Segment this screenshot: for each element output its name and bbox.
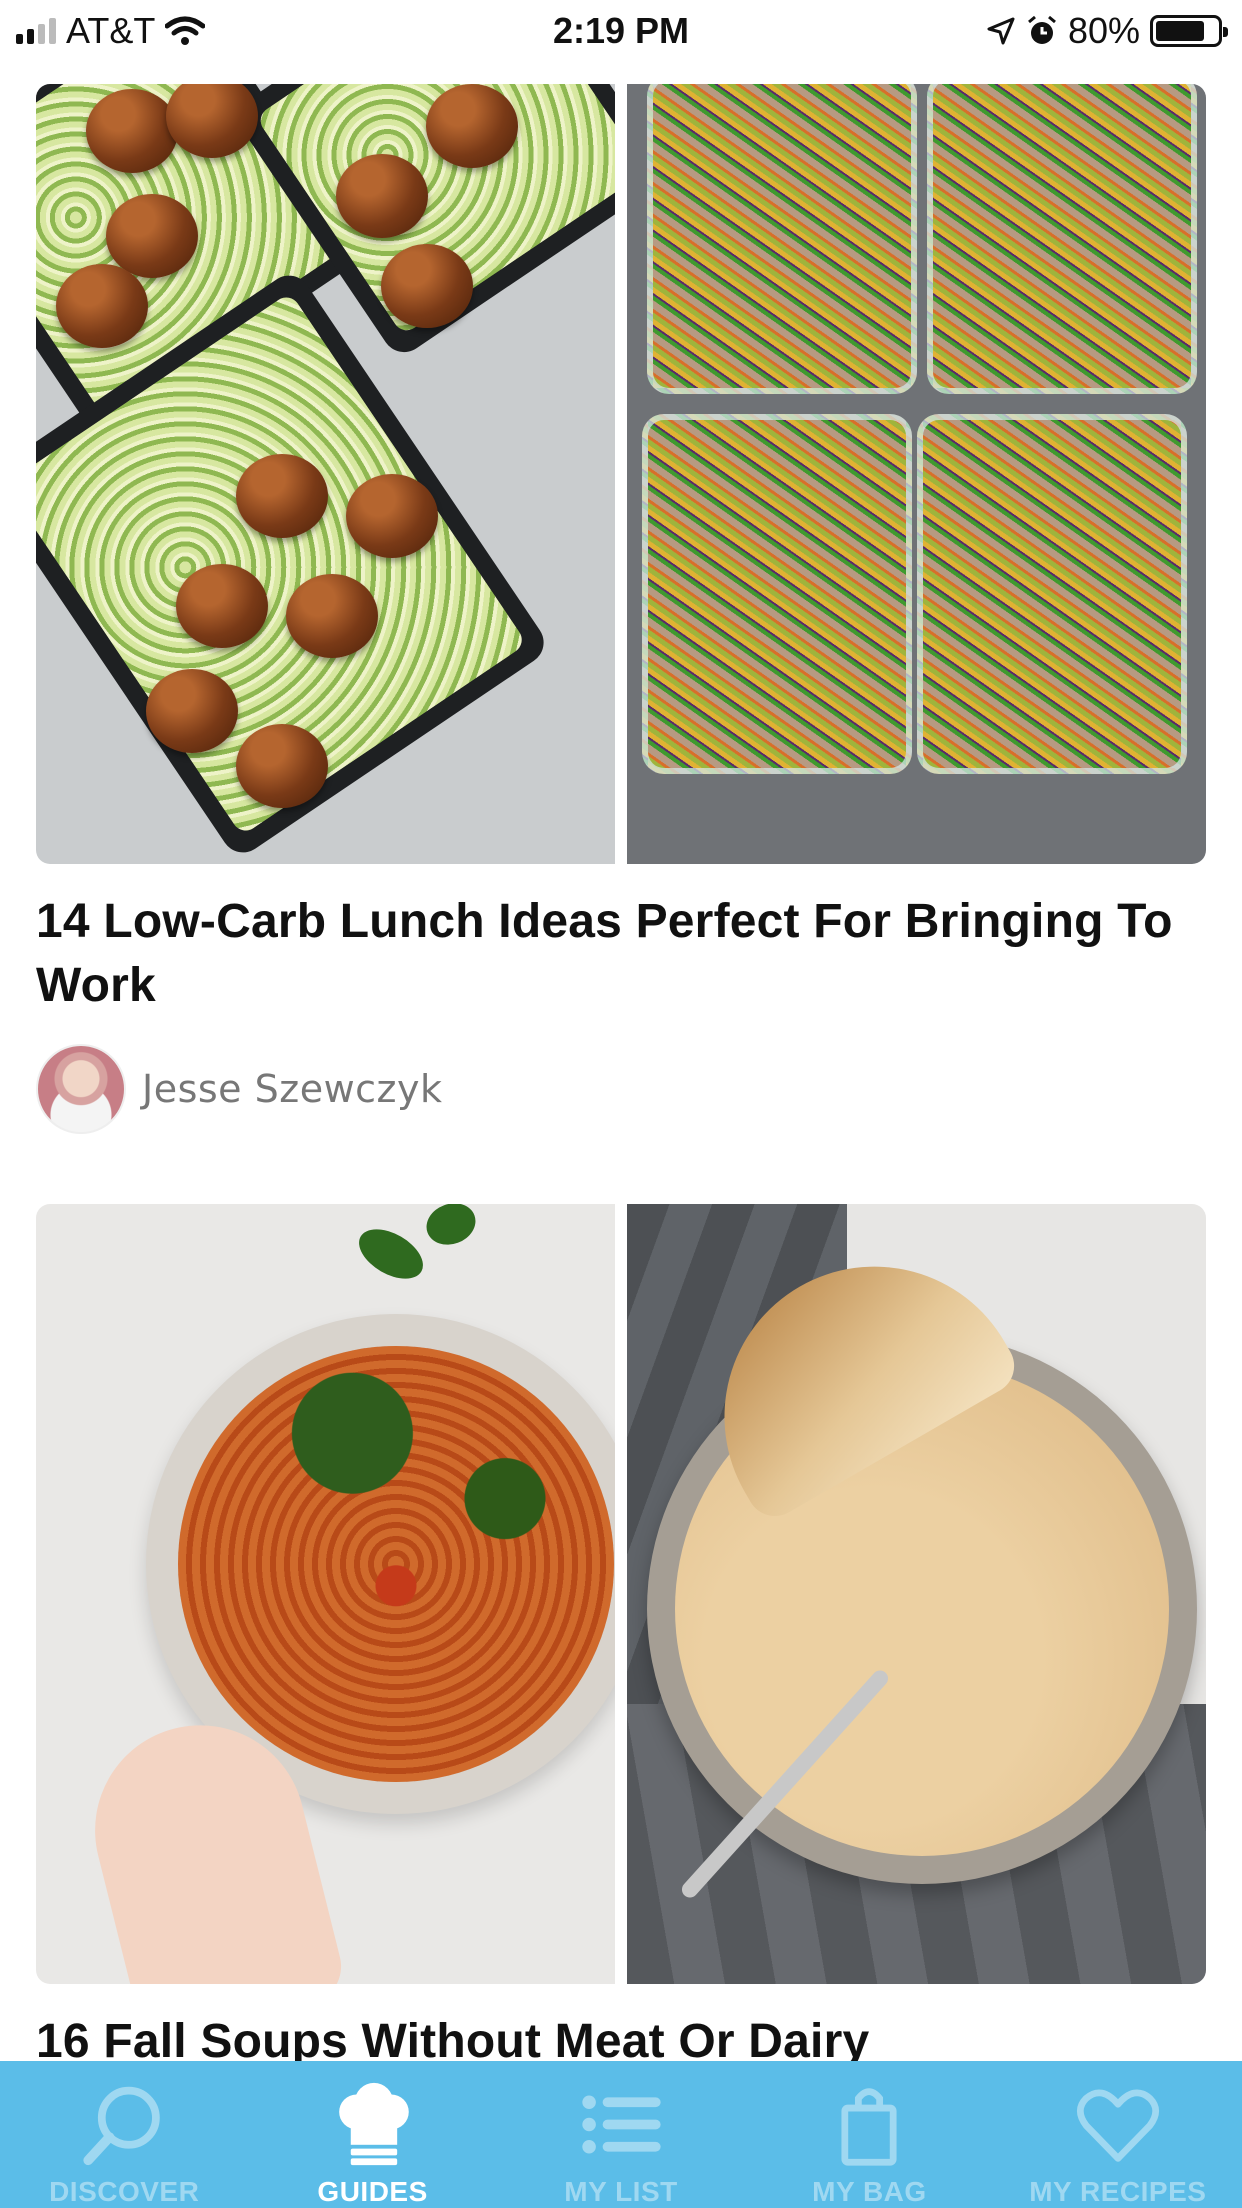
lentil-soup-photo <box>36 1204 615 1984</box>
signal-icon <box>16 18 56 44</box>
guide-card[interactable]: 16 Fall Soups Without Meat Or Dairy <box>36 1204 1206 2074</box>
heart-icon <box>1076 2089 1159 2162</box>
guide-feed[interactable]: 14 Low-Carb Lunch Ideas Perfect For Brin… <box>36 84 1206 2144</box>
clock: 2:19 PM <box>552 10 690 51</box>
tab-discover[interactable]: DISCOVER <box>0 2061 248 2208</box>
location-icon <box>987 17 1015 45</box>
chef-hat-icon <box>338 2082 409 2166</box>
shopping-bag-icon <box>841 2088 897 2166</box>
guide-card-images[interactable] <box>36 1204 1206 1984</box>
avatar[interactable] <box>36 1044 126 1134</box>
tab-guides[interactable]: GUIDES <box>248 2061 496 2208</box>
status-bar: AT&T 2:19 PM 80% <box>0 0 1242 62</box>
carrier-label: AT&T <box>66 10 156 51</box>
list-icon <box>582 2095 661 2154</box>
tab-my-list[interactable]: MY LIST <box>497 2061 745 2208</box>
status-left: AT&T <box>16 10 206 52</box>
wifi-icon <box>165 16 206 45</box>
guide-card[interactable]: 14 Low-Carb Lunch Ideas Perfect For Brin… <box>36 84 1206 1134</box>
tab-label: DISCOVER <box>49 2176 200 2207</box>
tab-bar: DISCOVER GUIDES MY LIST MY BAG MY RECIPE… <box>0 2061 1242 2208</box>
battery-icon <box>1150 15 1228 47</box>
tab-label: MY RECIPES <box>1029 2176 1207 2207</box>
author-name[interactable]: Jesse Szewczyk <box>142 1067 443 1111</box>
guide-title[interactable]: 14 Low-Carb Lunch Ideas Perfect For Brin… <box>36 890 1206 1018</box>
zoodle-meatball-photo <box>36 84 615 864</box>
meal-prep-photo <box>627 84 1206 864</box>
guide-author[interactable]: Jesse Szewczyk <box>36 1044 1206 1134</box>
cauliflower-soup-photo <box>627 1204 1206 1984</box>
battery-percent: 80% <box>1067 10 1140 51</box>
guide-card-images[interactable] <box>36 84 1206 864</box>
tab-my-recipes[interactable]: MY RECIPES <box>994 2061 1242 2208</box>
tab-label: GUIDES <box>317 2176 428 2207</box>
tab-label: MY BAG <box>812 2176 927 2207</box>
tab-label: MY LIST <box>564 2176 678 2207</box>
status-right: 80% <box>986 10 1228 52</box>
tab-my-bag[interactable]: MY BAG <box>745 2061 993 2208</box>
search-icon <box>83 2086 160 2166</box>
alarm-icon <box>1027 15 1056 44</box>
guides-screen: AT&T 2:19 PM 80% 14 Low-Carb Lunch Ideas… <box>0 0 1242 2208</box>
